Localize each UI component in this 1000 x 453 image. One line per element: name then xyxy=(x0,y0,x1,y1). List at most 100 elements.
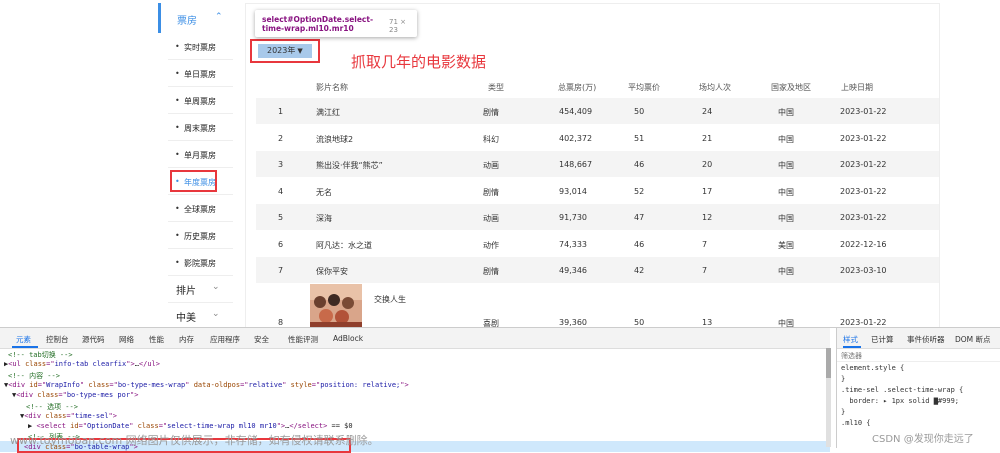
cell-genre: 剧情 xyxy=(483,187,499,197)
code-token: == $0 xyxy=(327,422,353,431)
code-token: select-time-wrap ml10 mr10 xyxy=(167,422,277,431)
cell-name[interactable]: 阿凡达：水之道 xyxy=(316,240,372,251)
cell-price: 42 xyxy=(634,266,645,275)
cell-date: 2023-01-22 xyxy=(840,133,887,143)
table-header: 影片名称 类型 总票房(万) 平均票价 场均人次 国家及地区 上映日期 xyxy=(256,76,939,98)
devtools-tab[interactable]: 应用程序 xyxy=(210,334,240,345)
code-token: </ul> xyxy=(138,360,160,369)
cell-region: 中国 xyxy=(778,214,794,223)
sidebar-item[interactable]: • 年度票房 xyxy=(158,168,233,195)
code-token: <!-- tab切换 --> xyxy=(8,351,73,359)
cell-rank: 8 xyxy=(278,317,284,327)
column-header[interactable]: 平均票价 xyxy=(628,82,660,93)
table-row[interactable]: 1 满江红 剧情 454,409 50 24 中国 2023-01-22 xyxy=(256,98,939,124)
sidebar-item[interactable]: • 全球票房 xyxy=(158,195,233,222)
code-line[interactable]: <!-- 选项 --> xyxy=(26,402,78,412)
table-row[interactable]: 5 深海 动画 91,730 47 12 中国 2023-01-22 xyxy=(256,204,939,230)
code-token: <select xyxy=(36,422,71,431)
code-token: =" xyxy=(158,422,168,431)
scrollbar-thumb[interactable] xyxy=(826,348,831,378)
cell-price: 51 xyxy=(634,133,645,143)
styles-tab[interactable]: 样式 xyxy=(843,334,858,345)
devtools-tab[interactable]: 控制台 xyxy=(46,334,69,345)
table-row[interactable]: 7 保你平安 剧情 49,346 42 7 中国 2023-03-10 xyxy=(256,257,939,283)
bullet-icon: • xyxy=(175,258,180,267)
code-token: =" xyxy=(311,380,321,389)
sidebar-section-label: 中美 xyxy=(176,313,196,324)
cell-region: 中国 xyxy=(778,161,794,170)
style-rule-line: element.style { xyxy=(841,364,905,372)
bullet-icon: • xyxy=(175,96,180,105)
cell-date: 2023-01-22 xyxy=(840,186,887,196)
styles-filter-input[interactable]: 筛选器 xyxy=(837,349,1000,362)
code-token: class xyxy=(137,422,159,431)
cell-price: 47 xyxy=(634,213,645,222)
cell-name[interactable]: 无名 xyxy=(316,187,332,198)
cell-name[interactable]: 保你平安 xyxy=(316,266,348,277)
code-token: <div xyxy=(16,391,38,400)
devtools-tab[interactable]: 元素 xyxy=(16,334,31,345)
column-header[interactable]: 国家及地区 xyxy=(771,82,811,93)
annotation-text: 抓取几年的电影数据 xyxy=(351,53,487,71)
sidebar-item[interactable]: • 单月票房 xyxy=(158,141,233,168)
cell-region: 美国 xyxy=(778,240,794,250)
code-line[interactable]: ▶<ul class="info-tab clearfix">…</ul> xyxy=(4,360,160,368)
styles-tab[interactable]: DOM 断点 xyxy=(955,334,991,345)
column-header[interactable]: 总票房(万) xyxy=(558,82,596,93)
sidebar-header-label: 票房 xyxy=(177,16,197,27)
filter-placeholder: 筛选器 xyxy=(841,352,862,360)
devtools-tab[interactable]: 性能评测 xyxy=(288,334,318,345)
code-line[interactable]: ▼<div class="time-sel"> xyxy=(20,412,117,420)
cell-rank: 2 xyxy=(278,133,284,143)
code-token: <!-- 内容 --> xyxy=(8,371,60,380)
column-header[interactable]: 上映日期 xyxy=(841,82,873,93)
code-line[interactable]: <!-- 内容 --> xyxy=(8,371,60,381)
column-header[interactable]: 场均人次 xyxy=(699,82,731,93)
table-row[interactable]: 3 熊出没·伴我“熊芯” 动画 148,667 46 20 中国 2023-01-22 xyxy=(256,151,939,177)
cell-box: 93,014 xyxy=(559,186,587,196)
sidebar-item[interactable]: • 实时票房 xyxy=(158,33,233,60)
code-token: =" xyxy=(46,360,55,369)
sidebar-item-label: 周末票房 xyxy=(184,124,216,133)
devtools-tab[interactable]: AdBlock xyxy=(333,334,363,343)
code-line[interactable]: ▶ <select id="OptionDate" class="select-… xyxy=(28,422,353,430)
style-rule-line: } xyxy=(841,375,846,383)
cell-rank: 3 xyxy=(278,160,284,169)
sidebar-item[interactable]: • 单周票房 xyxy=(158,87,233,114)
cell-name[interactable]: 深海 xyxy=(316,213,332,224)
sidebar-header-box-office[interactable]: 票房 ⌃ xyxy=(158,3,233,33)
table-row[interactable]: 4 无名 剧情 93,014 52 17 中国 2023-01-22 xyxy=(256,178,939,204)
table-row[interactable]: 6 阿凡达：水之道 动作 74,333 46 7 美国 2022-12-16 xyxy=(256,231,939,257)
sidebar-section[interactable]: 排片 ⌄ xyxy=(158,276,233,303)
column-header[interactable]: 类型 xyxy=(488,82,504,93)
code-line[interactable]: ▼<div class="bo-type-mes por"> xyxy=(12,391,138,399)
code-token: id xyxy=(29,380,38,389)
code-token: style xyxy=(290,380,312,389)
chevron-down-icon: ⌄ xyxy=(212,282,220,292)
devtools-tab[interactable]: 性能 xyxy=(149,334,164,345)
movie-poster[interactable] xyxy=(310,284,362,330)
styles-tab[interactable]: 事件侦听器 xyxy=(907,334,945,345)
cell-name[interactable]: 熊出没·伴我“熊芯” xyxy=(316,160,383,171)
sidebar-item[interactable]: • 周末票房 xyxy=(158,114,233,141)
code-token: =" xyxy=(58,391,67,400)
devtools-tab[interactable]: 内存 xyxy=(179,334,194,345)
devtools-tab[interactable]: 网络 xyxy=(119,334,134,345)
sidebar-item[interactable]: • 影院票房 xyxy=(158,249,233,276)
sidebar-item[interactable]: • 历史票房 xyxy=(158,222,233,249)
devtools-tab[interactable]: 源代码 xyxy=(82,334,105,345)
cell-name[interactable]: 满江红 xyxy=(316,107,340,118)
devtools-tab[interactable]: 安全 xyxy=(254,334,269,345)
cell-name[interactable]: 交换人生 xyxy=(374,294,406,305)
sidebar-item[interactable]: • 单日票房 xyxy=(158,60,233,87)
sidebar-section[interactable]: 中美 ⌄ xyxy=(158,303,233,330)
code-line[interactable]: <!-- tab切换 --> xyxy=(8,350,73,360)
styles-tab[interactable]: 已计算 xyxy=(871,334,894,345)
column-header[interactable]: 影片名称 xyxy=(316,82,348,93)
cell-avg: 12 xyxy=(702,213,713,222)
code-line[interactable]: ▼<div id="WrapInfo" class="bo-type-mes-w… xyxy=(4,381,409,389)
cell-name[interactable]: 流浪地球2 xyxy=(316,134,353,145)
code-token: class xyxy=(25,360,47,369)
table-row[interactable]: 2 流浪地球2 科幻 402,372 51 21 中国 2023-01-22 xyxy=(256,125,939,151)
code-token: "> xyxy=(126,360,135,369)
